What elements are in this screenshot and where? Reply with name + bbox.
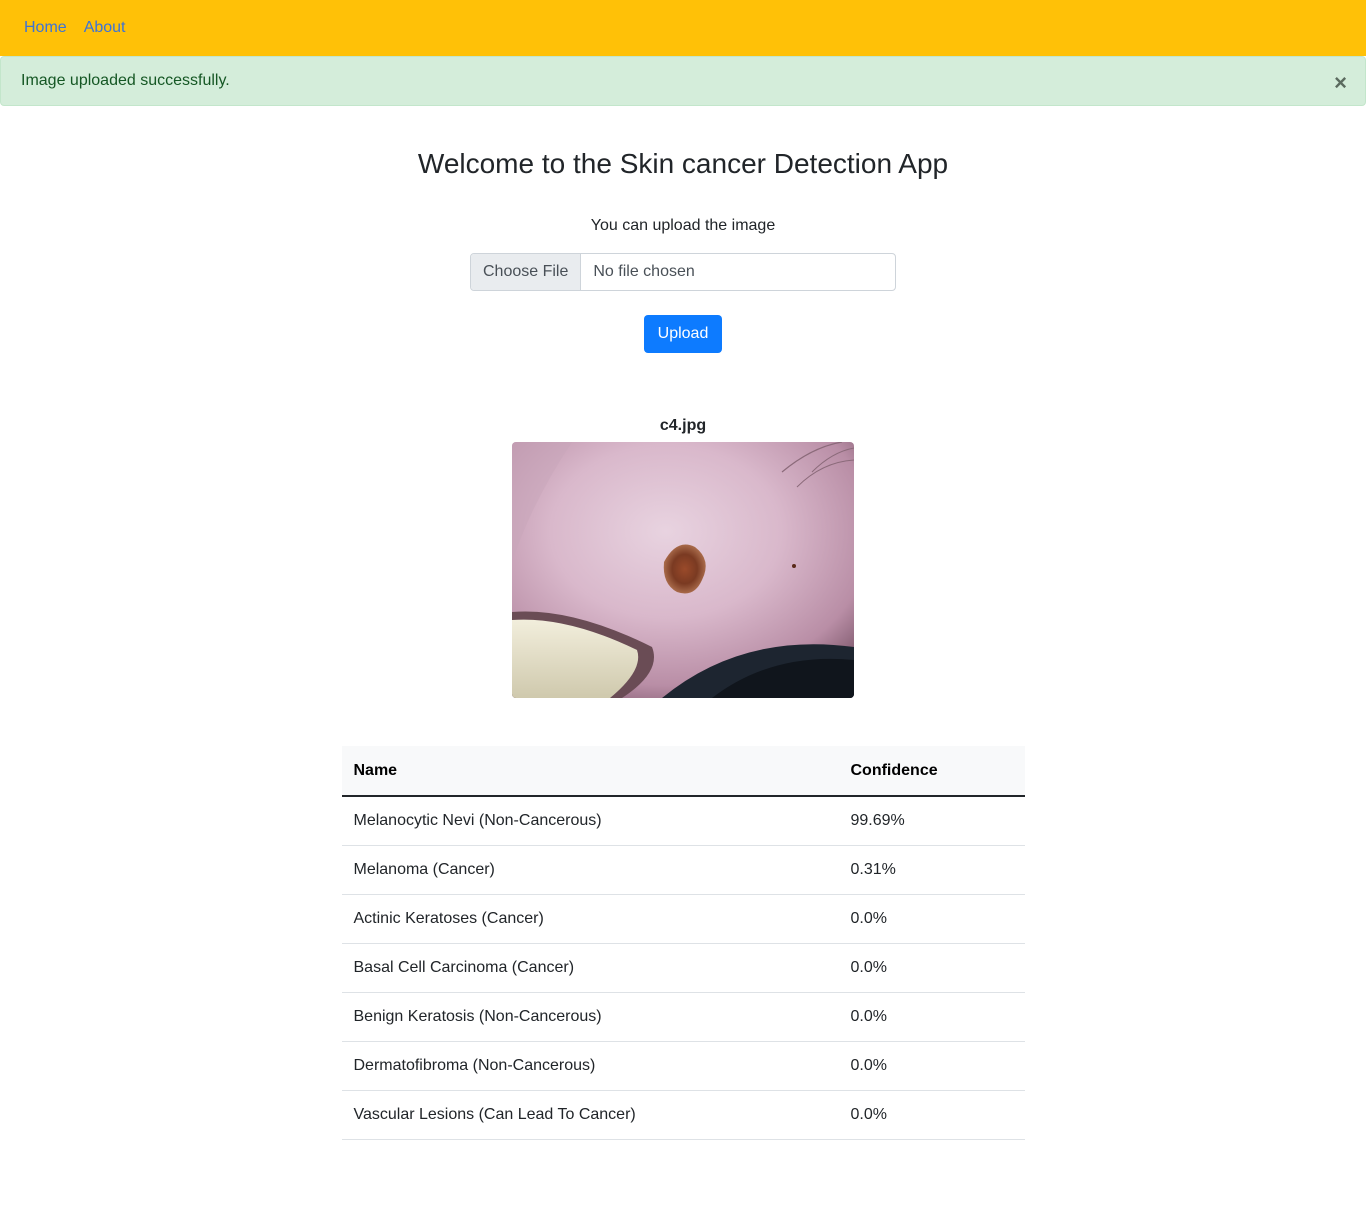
- file-input[interactable]: Choose File No file chosen: [470, 253, 896, 291]
- upload-button[interactable]: Upload: [644, 315, 722, 353]
- results-table: Name Confidence Melanocytic Nevi (Non-Ca…: [341, 746, 1025, 1140]
- upload-prompt: You can upload the image: [590, 217, 776, 234]
- file-status: No file chosen: [593, 263, 695, 280]
- main-content: Welcome to the Skin cancer Detection App…: [0, 148, 1366, 1140]
- cell-name: Dermatofibroma (Non-Cancerous): [341, 1041, 839, 1091]
- table-row: Actinic Keratoses (Cancer) 0.0%: [341, 894, 1025, 944]
- cell-confidence: 99.69%: [838, 796, 1025, 846]
- cell-confidence: 0.0%: [838, 894, 1025, 944]
- close-icon[interactable]: ×: [1334, 71, 1347, 94]
- uploaded-filename: c4.jpg: [659, 417, 707, 434]
- header-confidence: Confidence: [838, 746, 1025, 797]
- table-row: Dermatofibroma (Non-Cancerous) 0.0%: [341, 1041, 1025, 1091]
- cell-name: Melanoma (Cancer): [341, 845, 839, 895]
- navbar: Home About: [0, 0, 1366, 56]
- table-row: Melanoma (Cancer) 0.31%: [341, 845, 1025, 895]
- cell-confidence: 0.0%: [838, 1090, 1025, 1140]
- table-row: Vascular Lesions (Can Lead To Cancer) 0.…: [341, 1090, 1025, 1140]
- cell-confidence: 0.0%: [838, 992, 1025, 1042]
- cell-name: Melanocytic Nevi (Non-Cancerous): [341, 796, 839, 846]
- cell-name: Vascular Lesions (Can Lead To Cancer): [341, 1090, 839, 1140]
- cell-name: Actinic Keratoses (Cancer): [341, 894, 839, 944]
- table-row: Melanocytic Nevi (Non-Cancerous) 99.69%: [341, 796, 1025, 846]
- success-alert: Image uploaded successfully. ×: [0, 56, 1366, 106]
- cell-confidence: 0.31%: [838, 845, 1025, 895]
- cell-confidence: 0.0%: [838, 943, 1025, 993]
- choose-file-button[interactable]: Choose File: [471, 254, 582, 290]
- cell-name: Basal Cell Carcinoma (Cancer): [341, 943, 839, 993]
- skin-lesion-image: [512, 442, 854, 698]
- nav-link-home[interactable]: Home: [24, 19, 67, 37]
- cell-name: Benign Keratosis (Non-Cancerous): [341, 992, 839, 1042]
- table-row: Benign Keratosis (Non-Cancerous) 0.0%: [341, 992, 1025, 1042]
- header-name: Name: [341, 746, 839, 797]
- page-title: Welcome to the Skin cancer Detection App: [417, 148, 949, 179]
- alert-message: Image uploaded successfully.: [21, 72, 230, 89]
- cell-confidence: 0.0%: [838, 1041, 1025, 1091]
- table-header-row: Name Confidence: [341, 746, 1025, 797]
- table-row: Basal Cell Carcinoma (Cancer) 0.0%: [341, 943, 1025, 993]
- nav-link-about[interactable]: About: [84, 19, 126, 37]
